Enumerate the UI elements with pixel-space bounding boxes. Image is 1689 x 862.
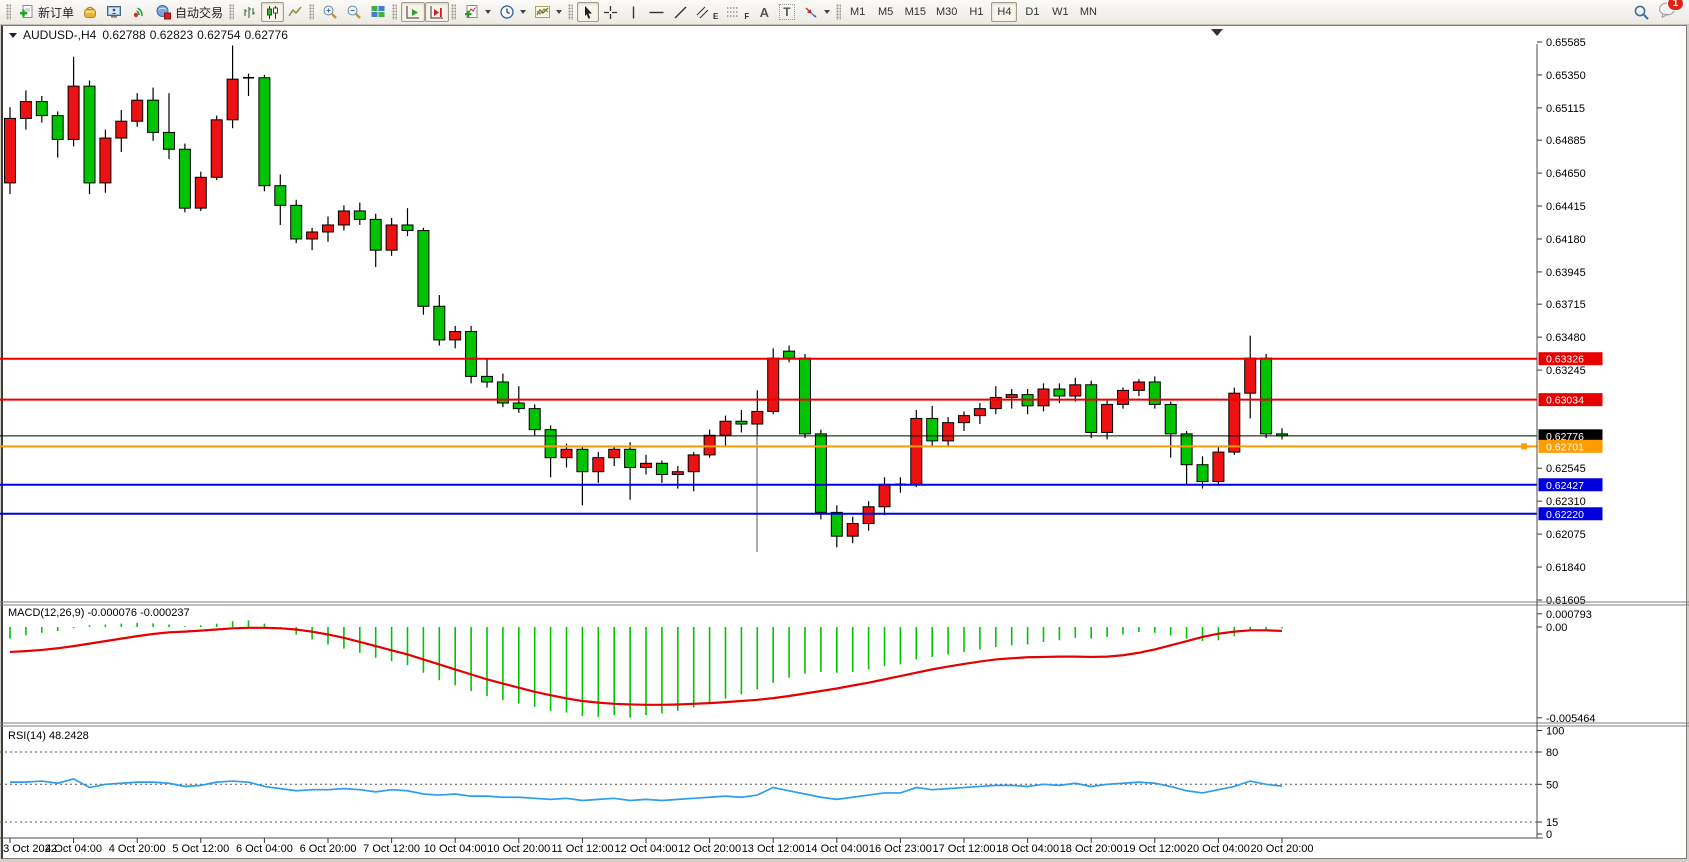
timeframe-button-m15[interactable]: M15 (901, 2, 930, 22)
chart-window (1, 25, 1687, 859)
fibonacci-button[interactable]: F (722, 2, 753, 22)
trendline-button[interactable] (669, 2, 692, 22)
crosshair-button[interactable] (599, 2, 622, 22)
symbol-period-label: AUDUSD-,H4 (23, 28, 96, 42)
auto-scroll-icon (405, 5, 421, 20)
toolbar-grip[interactable] (229, 4, 234, 20)
crosshair-icon (603, 5, 618, 20)
ohlc-close: 0.62776 (245, 28, 288, 42)
chevron-down-icon (556, 10, 562, 14)
auto-scroll-button[interactable] (401, 2, 425, 22)
terminal-icon (106, 4, 123, 20)
timeframe-group: M1M5M15M30H1H4D1W1MN (845, 2, 1102, 22)
toolbar-grip[interactable] (836, 4, 841, 20)
text-label-icon: T (779, 4, 794, 20)
toolbar-grip[interactable] (6, 4, 11, 20)
timeframe-button-h4[interactable]: H4 (991, 2, 1017, 22)
search-icon[interactable] (1633, 4, 1650, 21)
main-toolbar: 新订单 自动交易 (0, 0, 1689, 25)
market-icon (82, 4, 98, 20)
notifications-button[interactable]: 1 (1658, 1, 1677, 23)
horizontal-line-button[interactable] (644, 2, 669, 22)
timeframe-button-d1[interactable]: D1 (1019, 2, 1045, 22)
signals-icon (131, 4, 147, 20)
line-chart-icon (288, 5, 303, 20)
new-order-label: 新订单 (38, 4, 74, 21)
arrows-button[interactable] (799, 2, 834, 22)
templates-button[interactable] (530, 2, 566, 22)
arrows-icon (803, 5, 819, 20)
candlestick-chart-button[interactable] (261, 2, 284, 22)
tile-windows-icon (370, 4, 386, 20)
timeframe-button-m5[interactable]: M5 (873, 2, 899, 22)
toolbar-grip[interactable] (568, 4, 573, 20)
window-menu-icon[interactable] (9, 33, 17, 38)
text-button[interactable]: A (753, 2, 775, 22)
timeframe-button-m30[interactable]: M30 (932, 2, 961, 22)
timeframe-button-m1[interactable]: M1 (845, 2, 871, 22)
line-chart-button[interactable] (284, 2, 307, 22)
new-order-button[interactable]: 新订单 (15, 2, 78, 22)
autotrading-icon (155, 4, 172, 20)
chart-shift-button[interactable] (425, 2, 449, 22)
clock-icon (499, 4, 515, 20)
fibonacci-icon (726, 5, 741, 20)
vertical-line-button[interactable] (622, 2, 644, 22)
trendline-icon (673, 5, 688, 20)
timeframe-button-w1[interactable]: W1 (1047, 2, 1073, 22)
autotrading-button[interactable]: 自动交易 (151, 2, 227, 22)
zoom-in-icon (322, 4, 338, 20)
text-icon: A (760, 5, 769, 20)
chevron-down-icon (824, 10, 830, 14)
market-button[interactable] (78, 2, 102, 22)
channel-glyph: E (713, 12, 718, 21)
trading-terminal: { "toolbar": { "new_order": "新订单", "auto… (0, 0, 1689, 862)
periods-button[interactable] (495, 2, 530, 22)
vertical-line-icon (627, 5, 640, 20)
toolbar-grip[interactable] (451, 4, 456, 20)
template-icon (534, 4, 551, 20)
bar-chart-button[interactable] (238, 2, 261, 22)
toolbar-grip[interactable] (392, 4, 397, 20)
fibonacci-glyph: F (744, 12, 749, 21)
notification-badge: 1 (1667, 0, 1684, 11)
equidistant-channel-button[interactable]: E (692, 2, 722, 22)
zoom-in-button[interactable] (318, 2, 342, 22)
ohlc-high: 0.62823 (150, 28, 193, 42)
cursor-button[interactable] (577, 2, 599, 22)
candlestick-chart-icon (265, 5, 280, 20)
new-order-icon (19, 4, 35, 20)
terminal-button[interactable] (102, 2, 127, 22)
zoom-out-icon (346, 4, 362, 20)
bar-chart-icon (242, 5, 257, 20)
chevron-down-icon (485, 10, 491, 14)
horizontal-line-icon (648, 5, 665, 20)
timeframe-button-mn[interactable]: MN (1075, 2, 1101, 22)
equidistant-channel-icon (696, 5, 710, 20)
text-label-button[interactable]: T (775, 2, 798, 22)
indicators-button[interactable] (460, 2, 495, 22)
autotrading-label: 自动交易 (175, 4, 223, 21)
indicators-icon (464, 4, 480, 20)
signals-button[interactable] (127, 2, 151, 22)
tile-windows-button[interactable] (366, 2, 390, 22)
chart-shift-icon (429, 5, 445, 20)
timeframe-button-h1[interactable]: H1 (963, 2, 989, 22)
toolbar-grip[interactable] (309, 4, 314, 20)
chart-titlebar[interactable]: AUDUSD-,H4 0.62788 0.62823 0.62754 0.627… (3, 27, 1686, 43)
ohlc-low: 0.62754 (197, 28, 240, 42)
zoom-out-button[interactable] (342, 2, 366, 22)
cursor-icon (581, 5, 595, 20)
chevron-down-icon (520, 10, 526, 14)
ohlc-open: 0.62788 (102, 28, 145, 42)
